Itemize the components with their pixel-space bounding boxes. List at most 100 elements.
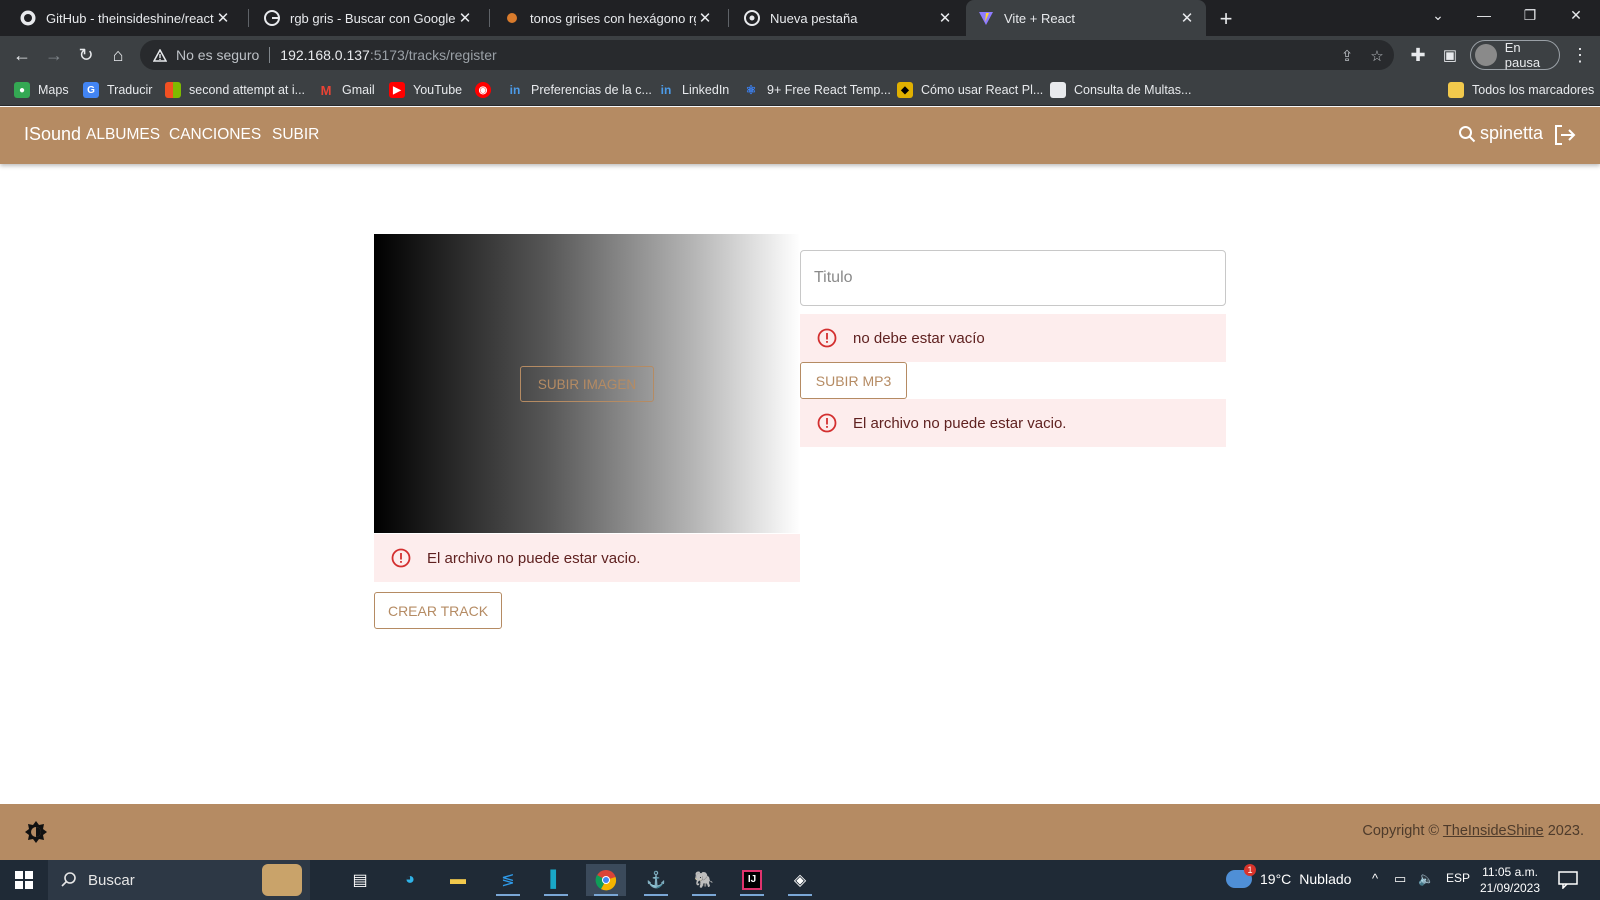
close-icon[interactable]: ✕	[214, 9, 232, 27]
image-error-alert: El archivo no puede estar vacio.	[374, 534, 800, 582]
windows-taskbar: Buscar ▤ ◕ ▬ ≶ ▌ ⚓ 🐘 IJ ◈ 19°C Nublado ^…	[0, 860, 1600, 900]
weather-label: Nublado	[1299, 871, 1352, 887]
volume-icon[interactable]: 🔈	[1418, 871, 1434, 887]
error-text: El archivo no puede estar vacio.	[853, 414, 1067, 432]
bookmark-maps[interactable]: ● Maps	[14, 80, 69, 100]
clock[interactable]: 11:05 a.m. 21/09/2023	[1478, 864, 1542, 896]
nav-albumes[interactable]: ALBUMES	[86, 126, 160, 144]
title-error-alert: no debe estar vacío	[800, 314, 1226, 362]
minimize-icon[interactable]: —	[1462, 0, 1506, 30]
edge-icon[interactable]: ◕	[390, 864, 430, 896]
linkedin-icon: in	[509, 83, 521, 97]
home-icon[interactable]: ⌂	[104, 41, 132, 69]
upload-image-button[interactable]: SUBIR IMAGEN	[520, 366, 654, 402]
intellij-icon[interactable]: IJ	[732, 864, 772, 896]
app-icon[interactable]: ▌	[536, 864, 576, 896]
extensions-icon[interactable]: ✚	[1404, 41, 1432, 69]
bookmark-label: Todos los marcadores	[1472, 83, 1595, 97]
bookmark-gmail[interactable]: M Gmail	[318, 80, 375, 100]
postgres-icon[interactable]: 🐘	[684, 864, 724, 896]
bookmark-youtube-music[interactable]: ◉	[475, 80, 499, 100]
mysql-workbench-icon[interactable]: ⚓	[636, 864, 676, 896]
bookmark-preferencias[interactable]: in Preferencias de la c...	[507, 80, 652, 100]
new-tab-button[interactable]: +	[1213, 6, 1239, 32]
tab-search-icon[interactable]: ⌄	[1416, 0, 1460, 30]
bookmark-label: Preferencias de la c...	[531, 83, 652, 97]
tab-nueva-pestana[interactable]: Nueva pestaña ✕	[732, 0, 964, 36]
avatar	[1475, 44, 1497, 66]
close-icon[interactable]: ✕	[696, 9, 714, 27]
tab-google[interactable]: rgb gris - Buscar con Google ✕	[252, 0, 484, 36]
chevron-up-icon[interactable]: ^	[1372, 871, 1378, 886]
task-view-icon[interactable]: ▤	[340, 864, 380, 896]
warning-icon[interactable]	[152, 47, 168, 63]
bookmark-second-attempt[interactable]: second attempt at i...	[165, 80, 305, 100]
nav-canciones[interactable]: CANCIONES	[169, 126, 261, 144]
tab-divider	[728, 9, 729, 27]
batman-icon: ◆	[897, 82, 913, 98]
address-bar[interactable]: No es seguro 192.168.0.137:5173/tracks/r…	[140, 40, 1394, 70]
close-icon[interactable]: ✕	[456, 9, 474, 27]
tab-title: rgb gris - Buscar con Google	[290, 10, 456, 26]
bookmark-label: 9+ Free React Temp...	[767, 83, 891, 97]
close-icon[interactable]: ✕	[936, 9, 954, 27]
menu-icon[interactable]: ⋮	[1566, 41, 1594, 69]
weather-widget[interactable]: 19°C Nublado	[1226, 864, 1352, 888]
chrome-icon[interactable]	[586, 864, 626, 896]
app-navbar: ISound ALBUMES CANCIONES SUBIR spinetta	[0, 107, 1600, 164]
title-input[interactable]	[800, 250, 1226, 306]
brand-logo[interactable]: ISound	[24, 124, 81, 145]
bookmark-consulta-multas[interactable]: Consulta de Multas...	[1050, 80, 1191, 100]
bookmark-react-pl[interactable]: ◆ Cómo usar React Pl...	[897, 80, 1043, 100]
close-window-icon[interactable]: ✕	[1554, 0, 1598, 30]
copyright-link[interactable]: TheInsideShine	[1443, 823, 1544, 839]
share-icon[interactable]: ⇪	[1338, 47, 1356, 65]
security-label[interactable]: No es seguro	[176, 47, 259, 63]
create-track-button[interactable]: CREAR TRACK	[374, 592, 502, 629]
network-icon[interactable]: ▭	[1394, 871, 1406, 887]
file-explorer-icon[interactable]: ▬	[438, 864, 478, 896]
notifications-icon[interactable]	[1556, 868, 1580, 892]
logout-icon[interactable]	[1552, 122, 1578, 148]
brightness-icon[interactable]	[24, 820, 48, 844]
image-preview: SUBIR IMAGEN	[374, 234, 800, 533]
windows-start-icon[interactable]	[0, 860, 48, 900]
folder-icon	[1448, 82, 1464, 98]
upload-mp3-button[interactable]: SUBIR MP3	[800, 362, 907, 399]
bookmark-label: Traducir	[107, 83, 153, 97]
profile-label: En pausa	[1504, 40, 1541, 70]
error-text: El archivo no puede estar vacio.	[427, 549, 641, 567]
profile-button[interactable]: En pausa	[1470, 40, 1560, 70]
nav-subir[interactable]: SUBIR	[272, 126, 319, 144]
vscode-icon[interactable]: ≶	[488, 864, 528, 896]
username: spinetta	[1480, 123, 1544, 143]
bookmark-traducir[interactable]: G Traducir	[83, 80, 152, 100]
tab-github[interactable]: GitHub - theinsideshine/react-ins ✕	[8, 0, 242, 36]
restore-icon[interactable]: ❐	[1508, 0, 1552, 30]
bookmark-label: second attempt at i...	[189, 83, 306, 97]
maps-icon: ●	[14, 82, 30, 98]
tab-vite-react[interactable]: Vite + React ✕	[966, 0, 1206, 36]
bookmark-linkedin[interactable]: in LinkedIn	[658, 80, 730, 100]
reload-icon[interactable]: ↻	[72, 41, 100, 69]
language-indicator[interactable]: ESP	[1446, 871, 1470, 885]
tab-title: Vite + React	[1004, 10, 1075, 26]
tab-tonos-grises[interactable]: tonos grises con hexágono rgb p ✕	[492, 0, 724, 36]
search-icon	[1459, 125, 1476, 142]
gimp-icon[interactable]: ◈	[780, 864, 820, 896]
taskbar-search[interactable]: Buscar	[48, 860, 310, 900]
bookmark-react-templates[interactable]: ⚛ 9+ Free React Temp...	[743, 80, 891, 100]
side-panel-icon[interactable]: ▣	[1436, 41, 1464, 69]
bookmark-star-icon[interactable]: ☆	[1368, 47, 1386, 65]
close-icon[interactable]: ✕	[1178, 9, 1196, 27]
user-menu[interactable]: spinetta	[1458, 123, 1543, 144]
forward-icon[interactable]: →	[40, 41, 68, 69]
browser-tab-strip: GitHub - theinsideshine/react-ins ✕ rgb …	[0, 0, 1600, 36]
bookmark-label: Gmail	[342, 83, 375, 97]
linkedin-icon: in	[660, 83, 672, 97]
all-bookmarks[interactable]: Todos los marcadores	[1448, 80, 1594, 100]
error-icon	[816, 327, 838, 349]
copyright-prefix: Copyright ©	[1362, 823, 1440, 839]
back-icon[interactable]: ←	[8, 41, 36, 69]
bookmark-youtube[interactable]: ▶ YouTube	[389, 80, 462, 100]
